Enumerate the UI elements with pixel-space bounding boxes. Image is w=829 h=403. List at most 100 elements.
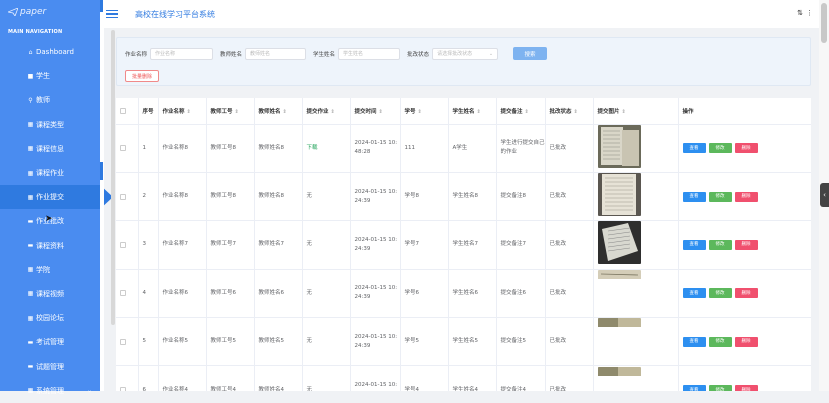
menu-toggle-icon[interactable] [106, 8, 118, 21]
search-button[interactable]: 搜索 [513, 47, 548, 60]
row-checkbox[interactable] [120, 387, 126, 391]
column-header[interactable]: 提交时间 ⇕ [350, 98, 401, 125]
sidebar-item[interactable]: ▦ 学院 [0, 258, 100, 282]
view-button[interactable]: 查看 [682, 336, 706, 347]
row-checkbox[interactable] [120, 193, 126, 200]
teacher-name: 教师姓名7 [254, 220, 303, 270]
sidebar-item[interactable]: ▦ 作业提交 [0, 185, 113, 210]
sidebar-item[interactable]: ▬ 试题管理 [0, 354, 100, 378]
select-all-checkbox[interactable] [120, 107, 126, 114]
sidebar-item[interactable]: ▦ 课程视频 [0, 282, 100, 306]
sort-icon[interactable]: ⇕ [379, 109, 383, 115]
submission-image[interactable] [597, 318, 641, 361]
sidebar-scrollbar[interactable] [111, 30, 115, 325]
sidebar-item[interactable]: ■ 学生 [0, 64, 100, 88]
view-button[interactable]: 查看 [682, 143, 706, 154]
homework-name-label: 作业名称 [125, 51, 148, 58]
submission-image-cell [593, 220, 679, 270]
teacher-name: 教师姓名8 [254, 124, 303, 173]
edit-button[interactable]: 修改 [708, 336, 732, 347]
sort-icon[interactable]: ⇕ [187, 109, 191, 115]
sidebar-item[interactable]: ▦ 课程类型 [0, 113, 100, 137]
submission-image[interactable] [597, 124, 641, 168]
table-row[interactable]: 5 作业名称5 教师工号5 教师姓名5 无 2024-01-15 10:24:39 学号5 学… [116, 317, 811, 367]
sidebar-item[interactable]: ▦ 校园论坛 [0, 306, 100, 330]
row-checkbox[interactable] [120, 241, 126, 248]
delete-button[interactable]: 删除 [734, 288, 758, 299]
status-select[interactable]: 请选择批改状态 ⌄ [432, 47, 499, 60]
teacher-name-input[interactable]: 教师姓名 [245, 47, 307, 60]
row-checkbox[interactable] [120, 145, 126, 152]
app-logo[interactable]: paper [0, 0, 100, 24]
collapse-panel-icon[interactable]: ‹ [820, 183, 829, 207]
submission-image[interactable] [597, 173, 641, 217]
sidebar-item[interactable]: ▬ 课程资料 [0, 234, 100, 258]
table-row[interactable]: 4 作业名称6 教师工号6 教师姓名6 无 2024-01-15 10:24:39 学号6 学… [116, 269, 811, 319]
column-header[interactable]: 提交作业 ⇕ [302, 98, 351, 125]
row-checkbox[interactable] [120, 290, 126, 297]
column-header[interactable]: 教师工号 ⇕ [206, 98, 255, 125]
submission-image[interactable] [597, 269, 641, 313]
page-scrollbar-thumb[interactable] [821, 3, 827, 43]
submission-image[interactable] [597, 366, 641, 391]
table-row[interactable]: 3 作业名称7 教师工号7 教师姓名7 无 2024-01-15 10:24:39 学号7 学… [116, 220, 811, 270]
submit-file: 无 [302, 365, 351, 391]
grid-icon: ▦ [27, 121, 34, 129]
view-button[interactable]: 查看 [682, 239, 706, 250]
sidebar-item[interactable]: ▦ 课程作业 [0, 161, 100, 185]
sort-icon[interactable]: ⇕ [622, 109, 626, 115]
delete-button[interactable]: 删除 [734, 385, 758, 391]
table-row[interactable]: 2 作业名称8 教师工号8 教师姓名8 无 2024-01-15 10:24:39 学号8 学… [116, 172, 811, 222]
edit-button[interactable]: 修改 [708, 288, 732, 299]
sidebar-item-label: 试题管理 [36, 362, 64, 371]
sort-icon[interactable]: ⇕ [331, 109, 335, 115]
translate-icon[interactable]: ⇅ [797, 9, 803, 17]
column-header[interactable]: 批改状态 ⇕ [545, 98, 594, 125]
view-button[interactable]: 查看 [682, 191, 706, 202]
column-header[interactable]: 学号 ⇕ [400, 98, 449, 125]
select-all-cell [116, 98, 139, 125]
sort-icon[interactable]: ⇕ [235, 109, 239, 115]
view-button[interactable]: 查看 [682, 288, 706, 299]
homework-name: 作业名称7 [158, 220, 207, 270]
sort-icon[interactable]: ⇕ [574, 109, 578, 115]
teacher-name: 教师姓名8 [254, 172, 303, 222]
view-button[interactable]: 查看 [682, 385, 706, 391]
submit-file[interactable]: 下载 [302, 124, 351, 173]
row-checkbox[interactable] [120, 338, 126, 345]
table-row[interactable]: 6作业名称4教师工号4教师姓名4无2024-01-15 10:24:39学号4学… [116, 365, 811, 391]
delete-button[interactable]: 删除 [734, 191, 758, 202]
sort-icon[interactable]: ⇕ [418, 109, 422, 115]
actions-cell: 查看 修改 删除 [678, 269, 811, 319]
student-name-input[interactable]: 学生姓名 [338, 47, 401, 60]
column-header-label: 提交时间 [354, 108, 377, 115]
edit-button[interactable]: 修改 [708, 143, 732, 154]
sort-icon[interactable]: ⇕ [525, 109, 529, 115]
column-header[interactable]: 教师姓名 ⇕ [254, 98, 303, 125]
column-header[interactable]: 提交备注 ⇕ [496, 98, 546, 125]
sort-icon[interactable]: ⇕ [283, 109, 287, 115]
grid-icon: ▦ [27, 193, 34, 201]
delete-button[interactable]: 删除 [734, 336, 758, 347]
batch-delete-button[interactable]: 批量删除 [125, 70, 159, 82]
column-header[interactable]: 作业名称 ⇕ [158, 98, 207, 125]
delete-button[interactable]: 删除 [734, 239, 758, 250]
homework-name-input[interactable]: 作业名称 [150, 47, 214, 60]
edit-button[interactable]: 修改 [708, 191, 732, 202]
user-menu-icon[interactable]: ⋮ [806, 9, 813, 17]
sidebar-item[interactable]: ▬ 考试管理 [0, 330, 100, 354]
sidebar-item[interactable]: ⚲ 教师 [0, 88, 100, 112]
sidebar-item[interactable]: ⌂ Dashboard [0, 40, 100, 64]
sort-icon[interactable]: ⇕ [477, 109, 481, 115]
teacher-name-label: 教师姓名 [220, 51, 243, 58]
edit-button[interactable]: 修改 [708, 385, 732, 391]
column-header[interactable]: 提交图片 ⇕ [593, 98, 679, 125]
submission-image[interactable] [597, 221, 641, 265]
table-row[interactable]: 1 作业名称8 教师工号8 教师姓名8 下载 2024-01-15 10:48:28 111… [116, 124, 811, 173]
sidebar-item[interactable]: ▦ 课程信息 [0, 137, 100, 161]
delete-button[interactable]: 删除 [734, 143, 758, 154]
sidebar: paper MAIN NAVIGATION ⌂ Dashboard ■ 学生 ⚲ 教师 ▦ 课… [0, 0, 113, 395]
edit-button[interactable]: 修改 [708, 239, 732, 250]
column-header[interactable]: 学生姓名 ⇕ [448, 98, 497, 125]
student-id: 学号7 [400, 220, 449, 270]
